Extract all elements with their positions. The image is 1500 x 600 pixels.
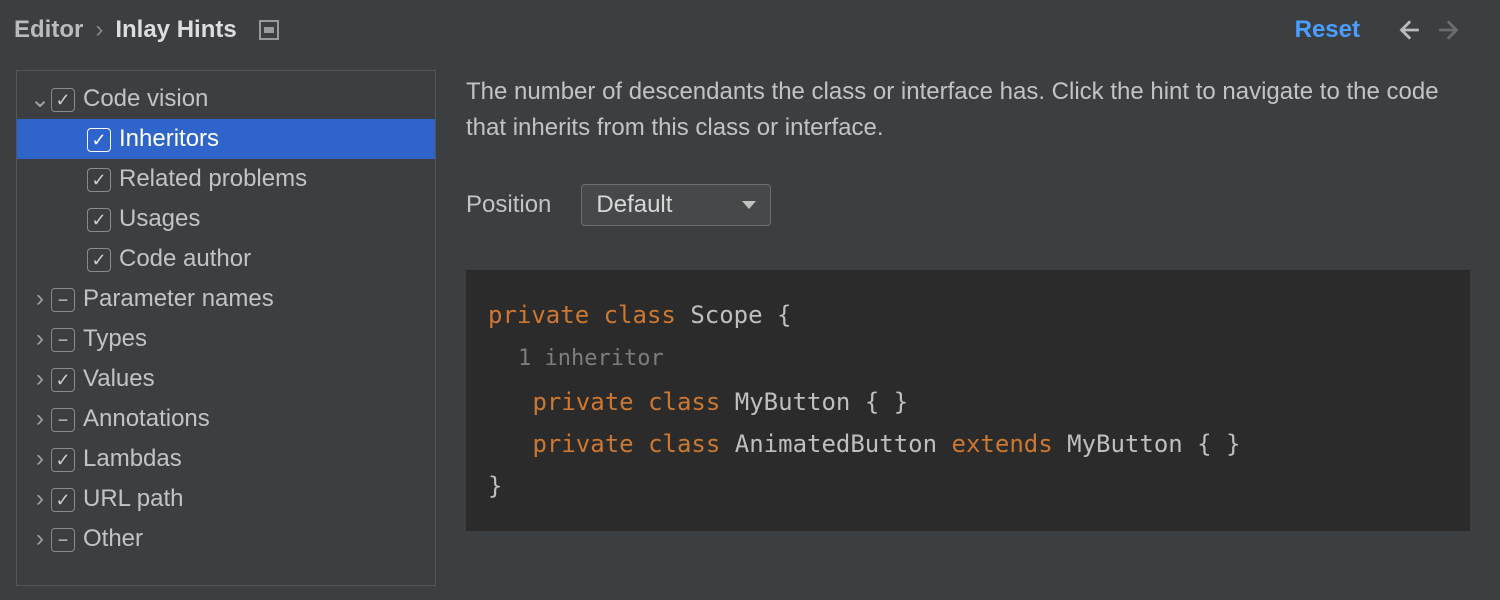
tree-item-lambdas[interactable]: ›✓ Lambdas	[17, 439, 435, 479]
breadcrumb: Editor › Inlay Hints	[14, 16, 279, 44]
checkbox-checked[interactable]: ✓	[51, 488, 75, 512]
chevron-right-icon[interactable]: ›	[29, 325, 51, 353]
tree-item-usages[interactable]: ✓ Usages	[17, 199, 435, 239]
tree-item-code-vision[interactable]: ⌄✓ Code vision	[17, 79, 435, 119]
checkbox-checked[interactable]: ✓	[51, 448, 75, 472]
checkbox-checked[interactable]: ✓	[87, 208, 111, 232]
chevron-right-icon[interactable]: ›	[29, 365, 51, 393]
checkbox-indeterminate[interactable]: −	[51, 408, 75, 432]
chevron-right-icon[interactable]: ›	[29, 285, 51, 313]
position-label: Position	[466, 191, 551, 219]
tree-item-label: Parameter names	[83, 285, 274, 313]
detail-panel: The number of descendants the class or i…	[436, 56, 1500, 600]
breadcrumb-current: Inlay Hints	[115, 16, 236, 44]
inlay-hint[interactable]: 1 inheritor	[518, 340, 664, 379]
chevron-right-icon[interactable]: ›	[29, 485, 51, 513]
tree-item-label: Inheritors	[119, 125, 219, 153]
tree-item-inheritors[interactable]: ✓ Inheritors	[17, 119, 435, 159]
back-button[interactable]	[1394, 16, 1422, 44]
checkbox-checked[interactable]: ✓	[51, 88, 75, 112]
tree-item-annotations[interactable]: ›−Annotations	[17, 399, 435, 439]
reset-button[interactable]: Reset	[1295, 16, 1360, 44]
tree-item-label: Other	[83, 525, 143, 553]
position-dropdown[interactable]: Default	[581, 184, 771, 226]
tree-item-values[interactable]: ›✓ Values	[17, 359, 435, 399]
checkbox-indeterminate[interactable]: −	[51, 528, 75, 552]
tree-item-types[interactable]: ›−Types	[17, 319, 435, 359]
tree-item-label: Usages	[119, 205, 200, 233]
tree-item-label: Code author	[119, 245, 251, 273]
setting-description: The number of descendants the class or i…	[466, 74, 1470, 146]
chevron-right-icon: ›	[95, 16, 103, 44]
arrow-left-icon	[1395, 17, 1421, 43]
arrow-right-icon	[1437, 17, 1463, 43]
chevron-right-icon[interactable]: ›	[29, 525, 51, 553]
settings-tree[interactable]: ⌄✓Code vision✓Inheritors✓Related problem…	[16, 70, 436, 586]
tree-item-label: Annotations	[83, 405, 210, 433]
code-preview: private class Scope { 1 inheritor privat…	[466, 270, 1470, 531]
position-dropdown-value: Default	[596, 191, 672, 219]
checkbox-checked[interactable]: ✓	[87, 128, 111, 152]
tree-item-parameter-names[interactable]: ›−Parameter names	[17, 279, 435, 319]
tree-item-code-author[interactable]: ✓ Code author	[17, 239, 435, 279]
chevron-right-icon[interactable]: ›	[29, 445, 51, 473]
checkbox-checked[interactable]: ✓	[51, 368, 75, 392]
window-icon[interactable]	[259, 20, 279, 40]
tree-item-other[interactable]: ›−Other	[17, 519, 435, 559]
checkbox-checked[interactable]: ✓	[87, 248, 111, 272]
chevron-down-icon	[742, 201, 756, 209]
tree-item-related-problems[interactable]: ✓ Related problems	[17, 159, 435, 199]
tree-item-label: Lambdas	[83, 445, 182, 473]
checkbox-checked[interactable]: ✓	[87, 168, 111, 192]
checkbox-indeterminate[interactable]: −	[51, 288, 75, 312]
tree-item-label: Types	[83, 325, 147, 353]
chevron-down-icon[interactable]: ⌄	[29, 85, 51, 114]
checkbox-indeterminate[interactable]: −	[51, 328, 75, 352]
tree-item-label: Code vision	[83, 85, 208, 113]
tree-item-label: URL path	[83, 485, 184, 513]
tree-item-label: Related problems	[119, 165, 307, 193]
tree-item-label: Values	[83, 365, 155, 393]
tree-item-url-path[interactable]: ›✓ URL path	[17, 479, 435, 519]
chevron-right-icon[interactable]: ›	[29, 405, 51, 433]
breadcrumb-parent-link[interactable]: Editor	[14, 16, 83, 44]
forward-button	[1436, 16, 1464, 44]
